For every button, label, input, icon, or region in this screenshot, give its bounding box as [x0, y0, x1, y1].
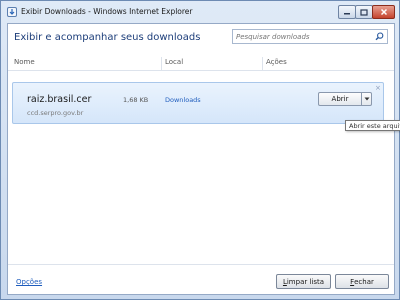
- file-size: 1,68 KB: [123, 96, 149, 104]
- search-box[interactable]: [232, 29, 388, 44]
- close-icon: [380, 8, 387, 16]
- column-actions[interactable]: Ações: [262, 57, 287, 70]
- maximize-icon: [360, 8, 368, 16]
- search-input[interactable]: [236, 31, 371, 42]
- title-bar[interactable]: Exibir Downloads - Windows Internet Expl…: [1, 1, 399, 23]
- window-title: Exibir Downloads - Windows Internet Expl…: [21, 7, 193, 16]
- open-tooltip: Abrir este arquivo: [345, 120, 400, 131]
- chevron-down-icon: [364, 97, 369, 101]
- file-source: ccd.serpro.gov.br: [27, 109, 84, 117]
- remove-item-button[interactable]: ×: [375, 84, 381, 92]
- page-title: Exibir e acompanhar seus downloads: [14, 32, 201, 43]
- column-header: Nome Local Ações: [8, 57, 394, 71]
- download-item[interactable]: raiz.brasil.cer ccd.serpro.gov.br 1,68 K…: [12, 82, 384, 124]
- close-button[interactable]: Fechar: [335, 274, 389, 289]
- open-button[interactable]: Abrir: [318, 92, 362, 106]
- minimize-icon: [344, 13, 350, 15]
- clear-list-label: impar lista: [286, 277, 325, 286]
- downloads-panel: Exibir e acompanhar seus downloads Nome …: [7, 23, 395, 295]
- column-location[interactable]: Local: [161, 57, 183, 70]
- window-close-button[interactable]: [372, 5, 395, 19]
- maximize-button[interactable]: [355, 5, 373, 19]
- ie-download-icon: [7, 7, 17, 17]
- options-link[interactable]: Opções: [16, 278, 42, 286]
- footer-bar: Opções Limpar lista Fechar: [8, 264, 394, 295]
- column-name[interactable]: Nome: [14, 58, 35, 66]
- file-location-link[interactable]: Downloads: [165, 96, 201, 104]
- file-name: raiz.brasil.cer: [27, 94, 92, 105]
- search-icon[interactable]: [375, 32, 384, 41]
- open-options-button[interactable]: [362, 92, 372, 106]
- close-label: echar: [354, 277, 374, 286]
- minimize-button[interactable]: [338, 5, 356, 19]
- downloads-window: Exibir Downloads - Windows Internet Expl…: [0, 0, 400, 300]
- clear-list-button[interactable]: Limpar lista: [276, 274, 331, 289]
